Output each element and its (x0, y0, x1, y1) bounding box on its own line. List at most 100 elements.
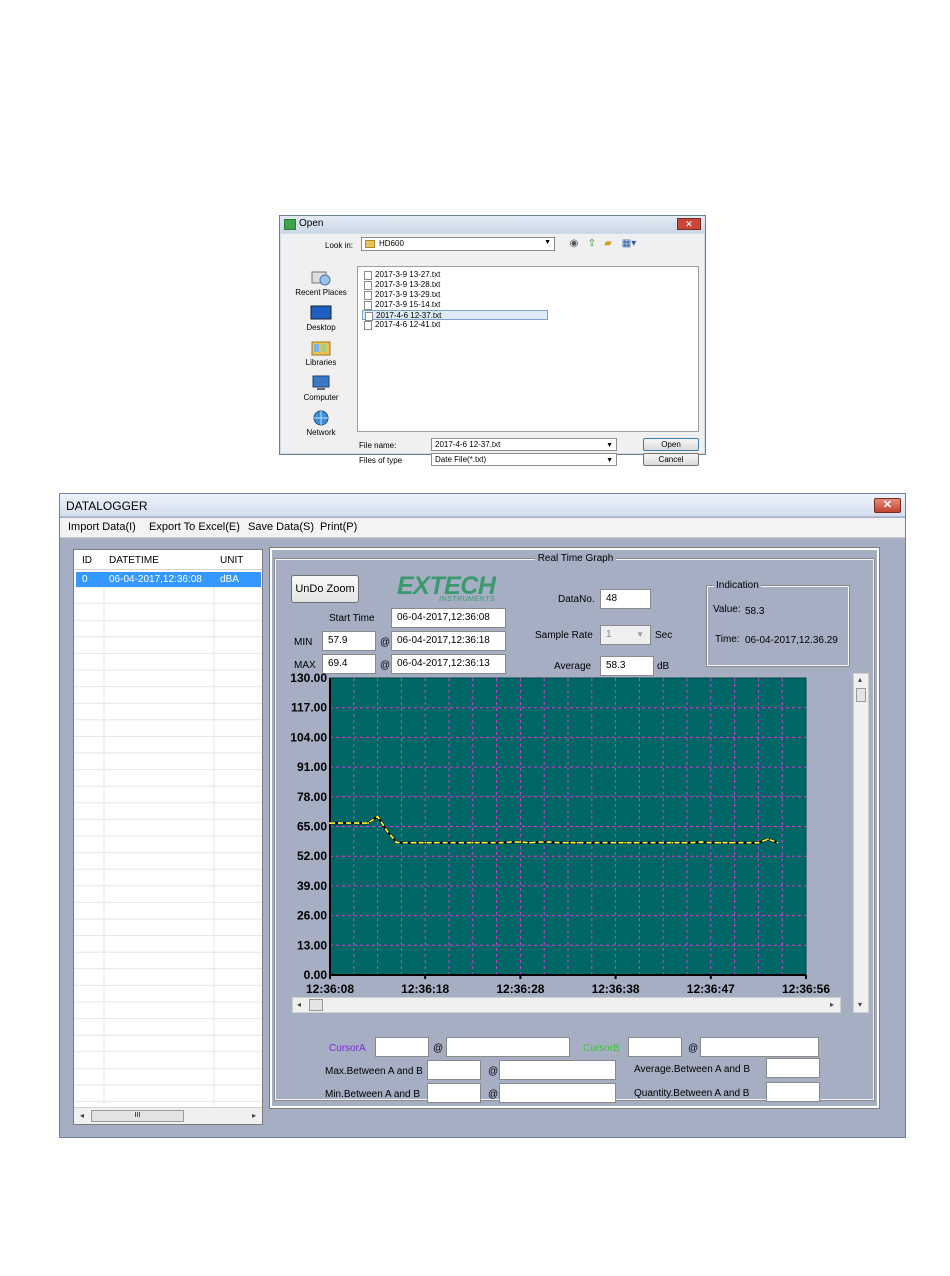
max-time-field[interactable]: 06-04-2017,12:36:13 (391, 654, 506, 674)
scroll-thumb[interactable] (856, 688, 866, 702)
cursor-b-value-field[interactable] (628, 1037, 682, 1057)
file-type-label: Files of type (359, 456, 403, 465)
data-point (490, 841, 493, 844)
open-dialog: Open ✕ Look in: HD600 ▼ ◉ ⇧ ▰ ▦▾ Recent … (279, 215, 706, 466)
max-between-time-field[interactable] (499, 1060, 616, 1080)
undo-zoom-button[interactable]: UnDo Zoom (291, 575, 359, 603)
close-icon[interactable]: ✕ (874, 498, 901, 513)
quantity-between-field[interactable] (766, 1082, 820, 1102)
scroll-down-icon[interactable]: ▾ (858, 1000, 862, 1009)
max-value-field[interactable]: 69.4 (322, 654, 376, 674)
menu-save-data[interactable]: Save Data(S) (248, 521, 314, 533)
file-name-value: 2017-4-6 12-37.txt (435, 440, 501, 449)
open-button[interactable]: Open (643, 438, 699, 451)
cancel-button[interactable]: Cancel (643, 453, 699, 466)
scroll-thumb[interactable]: III (91, 1110, 184, 1122)
logo-subtitle: INSTRUMENTS (439, 596, 496, 603)
file-item[interactable]: 2017-4-6 12-41.txt (362, 320, 548, 330)
scroll-up-icon[interactable]: ▴ (858, 675, 862, 684)
folder-icon (365, 240, 375, 248)
place-desktop[interactable]: Desktop (285, 305, 357, 332)
scroll-right-icon[interactable]: ▸ (252, 1111, 256, 1120)
cursor-b-time-field[interactable] (700, 1037, 819, 1057)
data-point (605, 841, 607, 844)
scroll-left-icon[interactable]: ◂ (297, 1000, 301, 1009)
data-point (643, 841, 646, 844)
file-item-selected[interactable]: 2017-4-6 12-37.txt (362, 310, 548, 321)
chart-vertical-scrollbar[interactable]: ▴ ▾ (853, 673, 869, 1013)
min-time-field[interactable]: 06-04-2017,12:36:18 (391, 631, 506, 651)
data-point (557, 841, 560, 844)
data-point (452, 841, 455, 844)
y-tick-label: 13.00 (297, 938, 327, 952)
min-value-field[interactable]: 57.9 (322, 631, 376, 651)
chart-horizontal-scrollbar[interactable]: ◂ ▸ (292, 997, 841, 1013)
column-header-datetime[interactable]: DATETIME (109, 555, 159, 566)
cursor-b-at-symbol: @ (688, 1043, 699, 1054)
place-label: Computer (303, 393, 339, 402)
indication-time-label: Time: (715, 634, 740, 645)
column-header-unit[interactable]: UNIT (220, 555, 243, 566)
scroll-thumb[interactable] (309, 999, 323, 1011)
data-point (776, 841, 779, 844)
file-item[interactable]: 2017-3-9 13-28.txt (362, 280, 548, 290)
min-between-value-field[interactable] (427, 1083, 481, 1103)
data-point (529, 841, 531, 844)
file-name-input[interactable]: 2017-4-6 12-37.txt ▼ (431, 438, 617, 451)
place-label: Network (306, 428, 336, 437)
menu-import-data[interactable]: Import Data(I) (68, 521, 136, 533)
new-folder-icon[interactable]: ▰ (602, 238, 614, 249)
indication-legend: Indication (714, 580, 761, 591)
table-row[interactable]: 0 06-04-2017,12:36:08 dBA (76, 572, 261, 587)
data-point (576, 841, 579, 844)
menu-print[interactable]: Print(P) (320, 521, 357, 533)
min-between-time-field[interactable] (499, 1083, 616, 1103)
max-between-value-field[interactable] (427, 1060, 481, 1080)
data-point (548, 841, 550, 843)
y-tick-label: 26.00 (297, 909, 327, 923)
x-tick-label: 12:36:47 (687, 982, 735, 996)
look-in-dropdown[interactable]: HD600 ▼ (361, 237, 555, 251)
sample-rate-dropdown[interactable]: 1 ▼ (600, 625, 651, 645)
real-time-line-chart[interactable]: 130.00 117.00 104.00 91.00 78.00 65.00 52.00 39… (276, 672, 851, 998)
open-dialog-titlebar: Open ✕ (280, 216, 705, 233)
indication-value-label: Value: (713, 604, 741, 615)
place-libraries[interactable]: Libraries (285, 340, 357, 367)
file-name-label: File name: (359, 441, 397, 450)
place-network[interactable]: Network (285, 410, 357, 437)
cursor-a-value-field[interactable] (375, 1037, 429, 1057)
cursor-a-time-field[interactable] (446, 1037, 570, 1057)
data-point (757, 841, 760, 844)
file-item[interactable]: 2017-3-9 13-29.txt (362, 290, 548, 300)
cell-id: 0 (82, 574, 88, 585)
table-horizontal-scrollbar[interactable]: ◂ III ▸ (74, 1107, 262, 1124)
min-between-at-symbol: @ (488, 1089, 499, 1100)
start-time-label: Start Time (329, 613, 375, 624)
place-computer[interactable]: Computer (285, 375, 357, 402)
data-point (538, 841, 541, 843)
file-type-dropdown[interactable]: Date File(*.txt) ▼ (431, 453, 617, 466)
min-at-symbol: @ (380, 637, 391, 648)
view-menu-icon[interactable]: ▦▾ (620, 238, 638, 249)
column-header-id[interactable]: ID (82, 555, 92, 566)
file-item[interactable]: 2017-3-9 13-27.txt (362, 270, 548, 280)
data-point (500, 841, 503, 844)
average-between-field[interactable] (766, 1058, 820, 1078)
data-point (709, 841, 712, 844)
up-folder-icon[interactable]: ⇧ (586, 238, 598, 249)
scroll-right-icon[interactable]: ▸ (830, 1000, 834, 1009)
data-table[interactable]: ID DATETIME UNIT 0 06-04-2017,12:36:08 d… (73, 549, 263, 1125)
datano-field[interactable]: 48 (600, 589, 651, 609)
place-recent[interactable]: Recent Places (285, 270, 357, 297)
menu-bar: Import Data(I) Export To Excel(E) Save D… (60, 518, 905, 538)
back-icon[interactable]: ◉ (568, 238, 580, 249)
y-tick-label: 0.00 (304, 968, 328, 982)
file-item[interactable]: 2017-3-9 15-14.txt (362, 300, 548, 310)
x-tick-label: 12:36:28 (496, 982, 544, 996)
file-list[interactable]: 2017-3-9 13-27.txt 2017-3-9 13-28.txt 20… (357, 266, 699, 432)
close-icon[interactable]: ✕ (677, 218, 701, 230)
file-name: 2017-3-9 13-28.txt (375, 280, 441, 289)
scroll-left-icon[interactable]: ◂ (80, 1111, 84, 1120)
start-time-field[interactable]: 06-04-2017,12:36:08 (391, 608, 506, 628)
menu-export-excel[interactable]: Export To Excel(E) (149, 521, 240, 533)
